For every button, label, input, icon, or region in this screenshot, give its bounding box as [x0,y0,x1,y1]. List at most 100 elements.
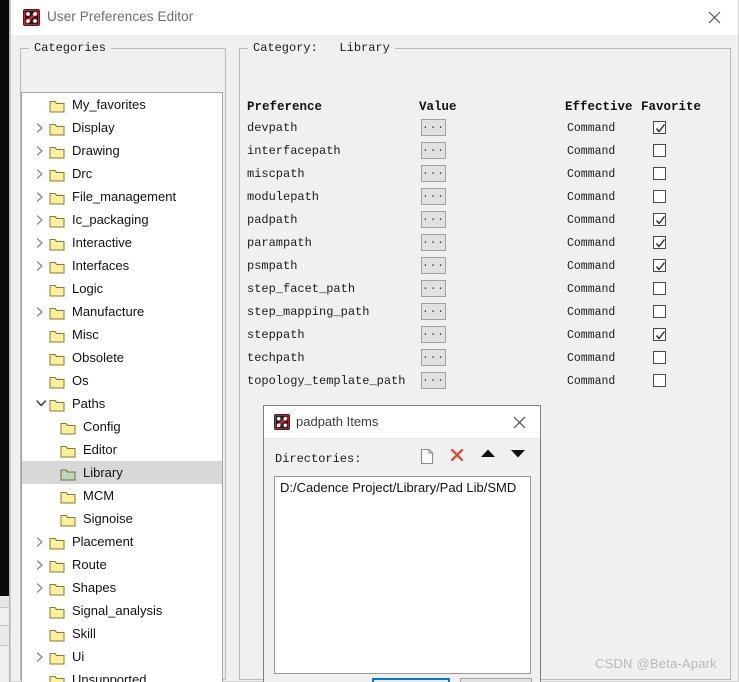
favorite-checkbox[interactable] [653,351,666,364]
preference-row: techpath...Command [247,348,723,371]
value-ellipsis-button[interactable]: ... [421,280,446,297]
value-ellipsis-button[interactable]: ... [421,234,446,251]
categories-tree[interactable]: My_favoritesDisplayDrawingDrcFile_manage… [21,92,223,682]
delete-icon[interactable] [450,448,472,468]
favorite-checkbox[interactable] [653,374,666,387]
value-ellipsis-button[interactable]: ... [421,142,446,159]
close-icon[interactable] [692,0,738,34]
tree-item-signoise[interactable]: Signoise [22,507,222,530]
value-ellipsis-button[interactable]: ... [421,349,446,366]
tree-item-ui[interactable]: Ui [22,645,222,668]
value-ellipsis-button[interactable]: ... [421,119,446,136]
folder-icon [49,139,66,162]
preference-row: interfacepath...Command [247,141,723,164]
tree-item-interactive[interactable]: Interactive [22,231,222,254]
chevron-right-icon[interactable] [32,254,49,277]
favorite-checkbox[interactable] [653,305,666,318]
folder-icon [49,369,66,392]
directory-list-item[interactable]: D:/Cadence Project/Library/Pad Lib/SMD [275,477,530,495]
tree-item-mcm[interactable]: MCM [22,484,222,507]
tree-item-route[interactable]: Route [22,553,222,576]
effective-value: Command [567,329,615,342]
favorite-checkbox[interactable] [653,121,666,134]
chevron-right-icon[interactable] [32,645,49,668]
chevron-down-icon[interactable] [32,392,49,415]
favorite-checkbox[interactable] [653,213,666,226]
chevron-right-icon[interactable] [32,185,49,208]
folder-icon [49,323,66,346]
favorite-checkbox[interactable] [653,259,666,272]
tree-item-signal-analysis[interactable]: Signal_analysis [22,599,222,622]
preference-row: step_mapping_path...Command [247,302,723,325]
chevron-right-icon[interactable] [32,208,49,231]
tree-item-ic-packaging[interactable]: Ic_packaging [22,208,222,231]
tree-item-label: Ui [66,645,84,668]
ok-button[interactable]: OK [372,678,450,682]
favorite-checkbox[interactable] [653,144,666,157]
tree-arrow-placeholder [32,323,49,346]
tree-item-unsupported[interactable]: Unsupported [22,668,222,682]
folder-icon [60,507,77,530]
tree-item-label: Editor [77,438,117,461]
close-icon[interactable] [500,406,540,438]
cancel-button[interactable]: Cancel [460,678,532,682]
tree-item-placement[interactable]: Placement [22,530,222,553]
move-up-icon[interactable] [480,448,502,468]
chevron-right-icon[interactable] [32,553,49,576]
folder-icon [49,231,66,254]
favorite-checkbox[interactable] [653,282,666,295]
tree-item-drc[interactable]: Drc [22,162,222,185]
preference-name: steppath [247,328,305,342]
folder-icon [49,346,66,369]
chevron-right-icon[interactable] [32,116,49,139]
chevron-right-icon[interactable] [32,576,49,599]
folder-icon [49,208,66,231]
tree-item-skill[interactable]: Skill [22,622,222,645]
chevron-right-icon[interactable] [32,300,49,323]
move-down-icon[interactable] [510,448,532,468]
tree-item-obsolete[interactable]: Obsolete [22,346,222,369]
tree-item-config[interactable]: Config [22,415,222,438]
preference-row: padpath...Command [247,210,723,233]
value-ellipsis-button[interactable]: ... [421,188,446,205]
tree-item-os[interactable]: Os [22,369,222,392]
favorite-checkbox[interactable] [653,167,666,180]
value-ellipsis-button[interactable]: ... [421,257,446,274]
tree-item-logic[interactable]: Logic [22,277,222,300]
preference-name: interfacepath [247,144,341,158]
tree-arrow-placeholder [32,277,49,300]
directories-label: Directories: [275,452,361,466]
tree-item-manufacture[interactable]: Manufacture [22,300,222,323]
tree-item-drawing[interactable]: Drawing [22,139,222,162]
tree-item-interfaces[interactable]: Interfaces [22,254,222,277]
chevron-right-icon[interactable] [32,231,49,254]
new-file-icon[interactable] [420,448,442,468]
value-ellipsis-button[interactable]: ... [421,211,446,228]
favorite-checkbox[interactable] [653,236,666,249]
directories-list[interactable]: D:/Cadence Project/Library/Pad Lib/SMD [274,476,531,674]
tree-item-paths[interactable]: Paths [22,392,222,415]
folder-icon [49,599,66,622]
background-strip-3 [0,626,9,646]
tree-item-library[interactable]: Library [22,461,222,484]
tree-item-label: Library [77,461,123,484]
chevron-right-icon[interactable] [32,139,49,162]
effective-value: Command [567,191,615,204]
chevron-right-icon[interactable] [32,530,49,553]
chevron-right-icon[interactable] [32,162,49,185]
value-ellipsis-button[interactable]: ... [421,165,446,182]
tree-item-label: Config [77,415,121,438]
tree-item-shapes[interactable]: Shapes [22,576,222,599]
value-ellipsis-button[interactable]: ... [421,303,446,320]
value-ellipsis-button[interactable]: ... [421,326,446,343]
favorite-checkbox[interactable] [653,190,666,203]
folder-icon [49,530,66,553]
value-ellipsis-button[interactable]: ... [421,372,446,389]
tree-item-editor[interactable]: Editor [22,438,222,461]
tree-item-file-management[interactable]: File_management [22,185,222,208]
tree-item-misc[interactable]: Misc [22,323,222,346]
tree-item-display[interactable]: Display [22,116,222,139]
favorite-checkbox[interactable] [653,328,666,341]
tree-item-my-favorites[interactable]: My_favorites [22,93,222,116]
effective-value: Command [567,168,615,181]
